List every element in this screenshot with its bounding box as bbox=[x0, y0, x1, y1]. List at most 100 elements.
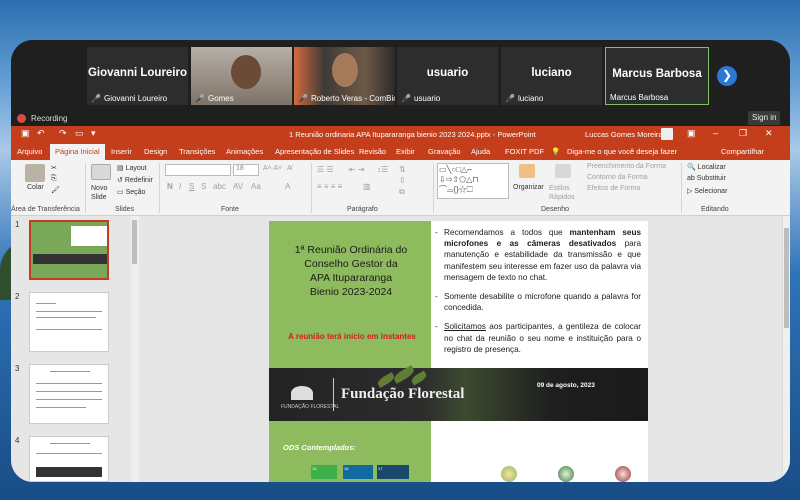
section-button[interactable]: ▭ Seção bbox=[117, 188, 145, 196]
font-size-input[interactable]: 18 bbox=[233, 164, 259, 176]
clear-format-icon[interactable]: A̸ bbox=[287, 165, 292, 172]
tab-transicoes[interactable]: Transições bbox=[179, 147, 215, 156]
participant-tile-marcus[interactable]: Marcus Barbosa Marcus Barbosa bbox=[605, 47, 709, 105]
tab-animacoes[interactable]: Animações bbox=[226, 147, 263, 156]
font-grow-icon[interactable]: A˄ A˅ bbox=[263, 165, 282, 172]
tab-revisao[interactable]: Revisão bbox=[359, 147, 386, 156]
replace-button[interactable]: ab Substituir bbox=[687, 175, 726, 182]
redo-icon[interactable]: ↷ bbox=[59, 128, 67, 139]
ods-label: ODS Contemplados: bbox=[283, 443, 356, 452]
text-direction-icon[interactable]: ⇅ bbox=[399, 165, 406, 174]
participant-tile-usuario[interactable]: usuario 🎤 usuario bbox=[397, 47, 498, 105]
user-name[interactable]: Luccas Gomes Moreira bbox=[585, 130, 663, 139]
tab-gravacao[interactable]: Gravação bbox=[428, 147, 461, 156]
bold-icon[interactable]: N bbox=[167, 182, 173, 191]
maximize-icon[interactable]: ❐ bbox=[739, 128, 747, 139]
font-group-label: Fonte bbox=[221, 206, 239, 213]
slide-thumbnail-2[interactable] bbox=[29, 292, 109, 352]
select-button[interactable]: ▷ Selecionar bbox=[687, 187, 727, 195]
participant-name: usuario bbox=[426, 67, 469, 79]
strikethrough-icon[interactable]: abc bbox=[213, 182, 226, 191]
smartart-icon[interactable]: ⧉ bbox=[399, 187, 405, 197]
participant-tile-giovanni[interactable]: Giovanni Loureiro 🎤 Giovanni Loureiro bbox=[87, 47, 188, 105]
participant-name: Giovanni Loureiro bbox=[87, 67, 188, 79]
thumbnail-number: 1 bbox=[15, 220, 20, 229]
lightbulb-icon: 💡 bbox=[551, 147, 561, 156]
slide-thumbnail-4[interactable] bbox=[29, 436, 109, 482]
participant-caption: 🎤 Giovanni Loureiro bbox=[91, 94, 168, 103]
share-button[interactable]: Compartilhar bbox=[721, 147, 764, 156]
align-text-icon[interactable]: ⇳ bbox=[399, 176, 406, 185]
shape-effects-button[interactable]: Efeitos de Forma bbox=[587, 185, 640, 192]
participant-tile-roberto[interactable]: 🎤 Roberto Veras - ComBio bbox=[294, 47, 395, 105]
avatar[interactable] bbox=[661, 128, 673, 140]
tab-design[interactable]: Design bbox=[144, 147, 167, 156]
slide-canvas[interactable]: 1ª Reunião Ordinária do Conselho Gestor … bbox=[269, 221, 648, 482]
bullets-icon[interactable]: ☰ ☰ bbox=[317, 165, 334, 174]
underline-icon[interactable]: S bbox=[189, 182, 194, 191]
participant-tile-luciano[interactable]: luciano 🎤 luciano bbox=[501, 47, 602, 105]
editing-group-label: Editando bbox=[701, 206, 729, 213]
tab-inserir[interactable]: Inserir bbox=[111, 147, 132, 156]
line-spacing-icon[interactable]: ↕☰ bbox=[377, 165, 388, 174]
customize-icon[interactable]: ▾ bbox=[91, 128, 96, 139]
thumbnail-number: 3 bbox=[15, 364, 20, 373]
reset-button[interactable]: ↺ Redefinir bbox=[117, 176, 153, 184]
quick-styles-button[interactable]: Estilos Rápidos bbox=[549, 184, 579, 202]
shadow-icon[interactable]: S bbox=[201, 182, 206, 191]
participant-video bbox=[332, 53, 358, 87]
case-icon[interactable]: Aa bbox=[251, 182, 261, 191]
sign-in-button[interactable]: Sign in bbox=[748, 111, 781, 125]
italic-icon[interactable]: I bbox=[179, 182, 181, 191]
paste-icon[interactable] bbox=[25, 164, 45, 182]
chevron-right-icon: ❯ bbox=[721, 68, 733, 82]
quick-styles-icon[interactable] bbox=[555, 164, 571, 178]
next-participants-button[interactable]: ❯ bbox=[717, 66, 737, 86]
spacing-icon[interactable]: AV bbox=[233, 182, 243, 191]
participant-tile-gomes[interactable]: 🎤 Gomes bbox=[191, 47, 292, 105]
slide-thumbnail-1[interactable] bbox=[29, 220, 109, 280]
banner-date: 09 de agosto, 2023 bbox=[537, 382, 595, 389]
columns-icon[interactable]: ▥ bbox=[363, 182, 371, 191]
arrange-icon[interactable] bbox=[519, 164, 535, 178]
shape-outline-button[interactable]: Contorno da Forma bbox=[587, 174, 648, 181]
present-icon[interactable]: ▭ bbox=[75, 128, 84, 139]
thumbnails-scrollbar[interactable] bbox=[131, 216, 139, 482]
record-icon bbox=[17, 114, 26, 123]
shape-fill-button[interactable]: Preenchimento da Forma bbox=[587, 163, 666, 170]
copy-icon[interactable]: ⎘ bbox=[51, 175, 57, 183]
partner-logo-icon bbox=[501, 466, 517, 482]
font-name-input[interactable] bbox=[165, 164, 231, 176]
new-slide-button[interactable]: Novo Slide bbox=[91, 184, 113, 202]
shapes-gallery[interactable]: ▭╲○□△⌐ ⇩⇨⇧⬠△⊓ ⌒⌓{}☆☐ bbox=[437, 163, 509, 199]
ribbon-options-icon[interactable]: ▣ bbox=[687, 128, 696, 139]
slide-thumbnail-3[interactable] bbox=[29, 364, 109, 424]
paragraph-group-label: Parágrafo bbox=[347, 206, 378, 213]
find-button[interactable]: 🔍 Localizar bbox=[687, 163, 726, 171]
fundacao-banner: FUNDAÇÃO FLORESTAL Fundação Florestal 09… bbox=[269, 365, 648, 421]
ods-17-badge: 17 bbox=[377, 465, 409, 479]
close-icon[interactable]: ✕ bbox=[765, 128, 773, 139]
new-slide-icon[interactable] bbox=[91, 164, 111, 180]
paste-button[interactable]: Colar bbox=[27, 184, 44, 191]
cut-icon[interactable]: ✂ bbox=[51, 164, 57, 172]
tab-pagina-inicial[interactable]: Página Inicial bbox=[50, 144, 105, 160]
tab-exibir[interactable]: Exibir bbox=[396, 147, 415, 156]
bullet-unmute: Somente desabilite o microfone quando a … bbox=[435, 291, 641, 313]
indent-icon[interactable]: ⇤ ⇥ bbox=[349, 165, 365, 174]
tab-apresentacao[interactable]: Apresentação de Slides bbox=[275, 147, 354, 156]
font-color-icon[interactable]: A bbox=[285, 182, 290, 191]
arrange-button[interactable]: Organizar bbox=[513, 184, 544, 191]
save-icon[interactable]: ▣ bbox=[21, 128, 30, 139]
tab-ajuda[interactable]: Ajuda bbox=[471, 147, 490, 156]
powerpoint-window: ▣ ↶ ↷ ▭ ▾ 1 Reunião ordinaria APA Itupar… bbox=[11, 126, 790, 482]
format-painter-icon[interactable]: 🖌 bbox=[51, 186, 60, 194]
align-icons[interactable]: ≡ ≡ ≡ ≡ bbox=[317, 182, 342, 191]
slide-scrollbar[interactable] bbox=[782, 216, 790, 482]
layout-button[interactable]: ▤ Layout bbox=[117, 164, 147, 172]
tab-arquivo[interactable]: Arquivo bbox=[17, 147, 42, 156]
minimize-icon[interactable]: – bbox=[713, 128, 718, 138]
undo-icon[interactable]: ↶ bbox=[37, 128, 45, 139]
tab-foxit-pdf[interactable]: FOXIT PDF bbox=[505, 147, 544, 156]
tell-me-box[interactable]: Diga-me o que você deseja fazer bbox=[567, 147, 677, 156]
